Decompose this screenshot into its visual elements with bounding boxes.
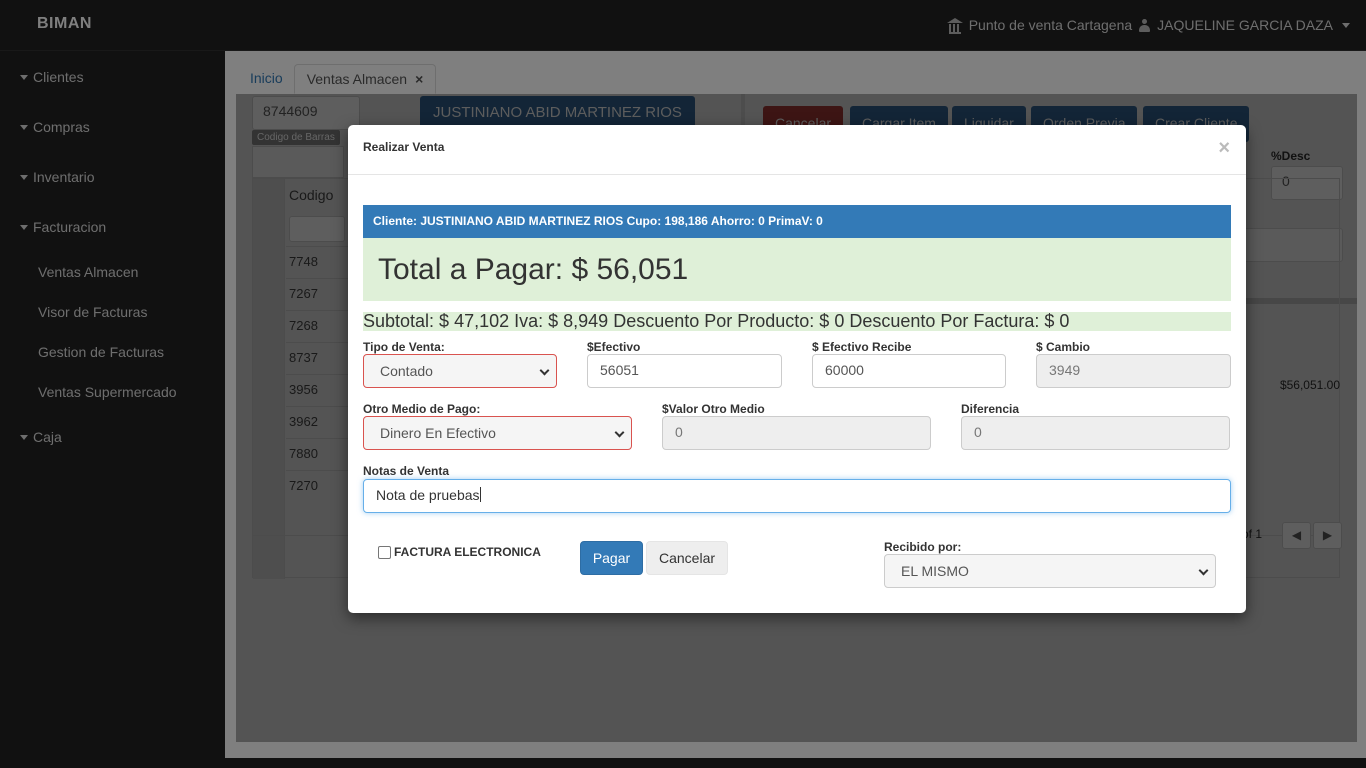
- valor-otro-input[interactable]: 0: [662, 416, 931, 450]
- efectivo-recibe-input[interactable]: 60000: [812, 354, 1006, 388]
- text-cursor: [479, 487, 481, 502]
- total-to-pay: Total a Pagar: $ 56,051: [363, 238, 1231, 301]
- modal-header: Realizar Venta ×: [348, 125, 1246, 175]
- factura-electronica-label: FACTURA ELECTRONICA: [394, 545, 541, 559]
- close-icon[interactable]: ×: [1218, 137, 1230, 160]
- tipo-venta-label: Tipo de Venta:: [363, 340, 445, 354]
- otro-medio-label: Otro Medio de Pago:: [363, 402, 481, 416]
- efectivo-recibe-label: $ Efectivo Recibe: [812, 340, 912, 354]
- modal-title: Realizar Venta: [363, 140, 445, 154]
- tipo-venta-select[interactable]: Contado: [363, 354, 557, 388]
- diferencia-label: Diferencia: [961, 402, 1020, 416]
- efectivo-input[interactable]: 56051: [587, 354, 782, 388]
- cambio-label: $ Cambio: [1036, 340, 1091, 354]
- chevron-down-icon: [614, 427, 625, 438]
- efectivo-label: $Efectivo: [587, 340, 641, 354]
- chevron-down-icon: [539, 365, 550, 376]
- recibido-select[interactable]: EL MISMO: [884, 554, 1216, 588]
- factura-electronica-checkbox[interactable]: [378, 545, 391, 559]
- chevron-down-icon: [1198, 565, 1209, 576]
- diferencia-input[interactable]: 0: [961, 416, 1230, 450]
- payment-modal: Realizar Venta × Cliente: JUSTINIANO ABI…: [348, 125, 1246, 613]
- client-info-bar: Cliente: JUSTINIANO ABID MARTINEZ RIOS C…: [363, 205, 1231, 238]
- recibido-label: Recibido por:: [884, 540, 962, 554]
- subtotal-summary: Subtotal: $ 47,102 Iva: $ 8,949 Descuent…: [363, 312, 1231, 331]
- otro-medio-select[interactable]: Dinero En Efectivo: [363, 416, 632, 450]
- notas-label: Notas de Venta: [363, 464, 450, 478]
- valor-otro-label: $Valor Otro Medio: [662, 402, 765, 416]
- cambio-input[interactable]: 3949: [1036, 354, 1231, 388]
- cancel-button[interactable]: Cancelar: [646, 541, 728, 575]
- notas-input[interactable]: Nota de pruebas: [363, 479, 1231, 513]
- pay-button[interactable]: Pagar: [580, 541, 643, 575]
- factura-electronica-checkbox-row[interactable]: FACTURA ELECTRONICA: [378, 545, 541, 559]
